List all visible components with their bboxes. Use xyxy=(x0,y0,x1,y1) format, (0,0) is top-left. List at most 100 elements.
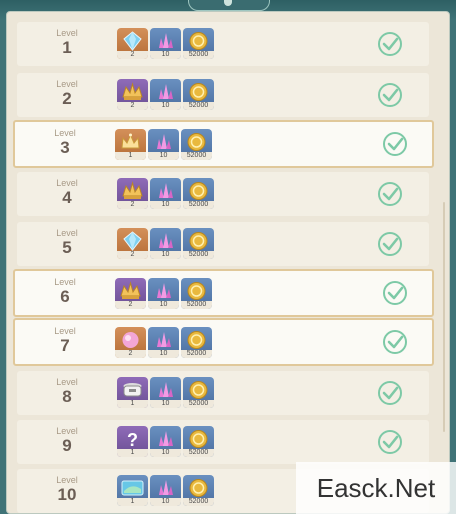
reward-count: 2 xyxy=(117,201,148,209)
level-row-7[interactable]: Level 7 2 10 52000 xyxy=(13,318,434,366)
level-number: 10 xyxy=(57,485,77,504)
reward-mora-coin[interactable]: 52000 xyxy=(183,79,214,110)
level-caption: Level xyxy=(56,426,78,436)
claimed-check-icon xyxy=(377,231,403,257)
reward-pink-crystal[interactable]: 10 xyxy=(150,377,181,408)
reward-count: 2 xyxy=(117,51,148,59)
reward-pink-crystal[interactable]: 10 xyxy=(150,475,181,506)
reward-count: 10 xyxy=(148,350,179,358)
reward-crown[interactable]: 1 xyxy=(115,129,146,160)
reward-count: 52000 xyxy=(183,498,214,506)
reward-gold-wing-crown[interactable]: 2 xyxy=(117,178,148,209)
reward-pink-crystal[interactable]: 10 xyxy=(150,228,181,259)
level-row-9[interactable]: Level 9? 1 10 52000 xyxy=(17,420,429,464)
reward-blue-gem[interactable]: 2 xyxy=(117,228,148,259)
reward-count: 10 xyxy=(150,449,181,457)
reward-tablet-screen[interactable]: 1 xyxy=(117,475,148,506)
reward-count: 52000 xyxy=(181,350,212,358)
level-number: 2 xyxy=(62,89,72,108)
reward-count: 52000 xyxy=(183,102,214,110)
level-number: 6 xyxy=(60,287,70,306)
level-row-8[interactable]: Level 8 1 10 52000 xyxy=(17,371,429,415)
reward-count: 1 xyxy=(117,498,148,506)
reward-gold-wing-crown[interactable]: 2 xyxy=(115,278,146,309)
reward-mora-coin[interactable]: 52000 xyxy=(181,129,212,160)
reward-pink-crystal[interactable]: 10 xyxy=(150,178,181,209)
reward-gold-wing-crown[interactable]: 2 xyxy=(117,79,148,110)
reward-count: 2 xyxy=(117,251,148,259)
level-number: 9 xyxy=(62,436,72,455)
reward-pink-crystal[interactable]: 10 xyxy=(150,426,181,457)
reward-count: 2 xyxy=(115,350,146,358)
reward-count: 10 xyxy=(150,201,181,209)
reward-count: 10 xyxy=(150,498,181,506)
reward-pink-crystal[interactable]: 10 xyxy=(148,327,179,358)
reward-cooking-pot[interactable]: 1 xyxy=(117,377,148,408)
reward-count: 10 xyxy=(148,301,179,309)
reward-count: 1 xyxy=(115,152,146,160)
level-caption: Level xyxy=(56,228,78,238)
reward-blue-gem[interactable]: 2 xyxy=(117,28,148,59)
claimed-check-icon xyxy=(377,82,403,108)
level-row-2[interactable]: Level 2 2 10 52000 xyxy=(17,73,429,117)
level-caption: Level xyxy=(54,277,76,287)
level-caption: Level xyxy=(56,79,78,89)
reward-mora-coin[interactable]: 52000 xyxy=(183,28,214,59)
claimed-check-icon xyxy=(377,380,403,406)
reward-pink-crystal[interactable]: 10 xyxy=(148,278,179,309)
reward-pink-crystal[interactable]: 10 xyxy=(148,129,179,160)
claimed-check-icon xyxy=(382,280,408,306)
reward-count: 10 xyxy=(150,251,181,259)
level-row-4[interactable]: Level 4 2 10 52000 xyxy=(17,172,429,216)
level-row-1[interactable]: Level 1 2 10 52000 xyxy=(17,22,429,66)
reward-count: 1 xyxy=(117,400,148,408)
reward-pink-crystal[interactable]: 10 xyxy=(150,28,181,59)
level-number: 4 xyxy=(62,188,72,207)
reward-count: 10 xyxy=(150,102,181,110)
reward-count: 52000 xyxy=(181,152,212,160)
level-caption: Level xyxy=(56,377,78,387)
reward-mora-coin[interactable]: 52000 xyxy=(181,327,212,358)
claimed-check-icon xyxy=(377,429,403,455)
level-row-6[interactable]: Level 6 2 10 52000 xyxy=(13,269,434,317)
reward-count: 52000 xyxy=(183,400,214,408)
reward-pink-gem[interactable]: 2 xyxy=(115,327,146,358)
reward-count: 52000 xyxy=(183,201,214,209)
level-number: 3 xyxy=(60,138,70,157)
reward-count: 1 xyxy=(117,449,148,457)
watermark: Easck.Net xyxy=(316,473,436,503)
reward-mora-coin[interactable]: 52000 xyxy=(183,426,214,457)
reward-count: 52000 xyxy=(181,301,212,309)
level-caption: Level xyxy=(56,475,78,485)
reward-mystery-item[interactable]: ? 1 xyxy=(117,426,148,457)
svg-text:?: ? xyxy=(127,430,138,450)
reward-mora-coin[interactable]: 52000 xyxy=(183,178,214,209)
scrollbar-track[interactable] xyxy=(443,202,445,432)
reward-count: 10 xyxy=(148,152,179,160)
reward-count: 52000 xyxy=(183,251,214,259)
level-number: 7 xyxy=(60,336,70,355)
level-caption: Level xyxy=(56,178,78,188)
claimed-check-icon xyxy=(382,131,408,157)
reward-mora-coin[interactable]: 52000 xyxy=(183,475,214,506)
claimed-check-icon xyxy=(382,329,408,355)
reward-count: 10 xyxy=(150,51,181,59)
level-number: 8 xyxy=(62,387,72,406)
reward-mora-coin[interactable]: 52000 xyxy=(183,377,214,408)
reward-pink-crystal[interactable]: 10 xyxy=(150,79,181,110)
level-caption: Level xyxy=(56,28,78,38)
reward-count: 52000 xyxy=(183,449,214,457)
claimed-check-icon xyxy=(377,31,403,57)
level-caption: Level xyxy=(54,326,76,336)
level-row-5[interactable]: Level 5 2 10 52000 xyxy=(17,222,429,266)
reward-count: 10 xyxy=(150,400,181,408)
level-number: 1 xyxy=(62,38,72,57)
level-row-3[interactable]: Level 3 1 10 52000 xyxy=(13,120,434,168)
claimed-check-icon xyxy=(377,181,403,207)
level-number: 5 xyxy=(62,238,72,257)
reward-mora-coin[interactable]: 52000 xyxy=(181,278,212,309)
reward-count: 2 xyxy=(117,102,148,110)
reward-mora-coin[interactable]: 52000 xyxy=(183,228,214,259)
reward-count: 52000 xyxy=(183,51,214,59)
level-caption: Level xyxy=(54,128,76,138)
